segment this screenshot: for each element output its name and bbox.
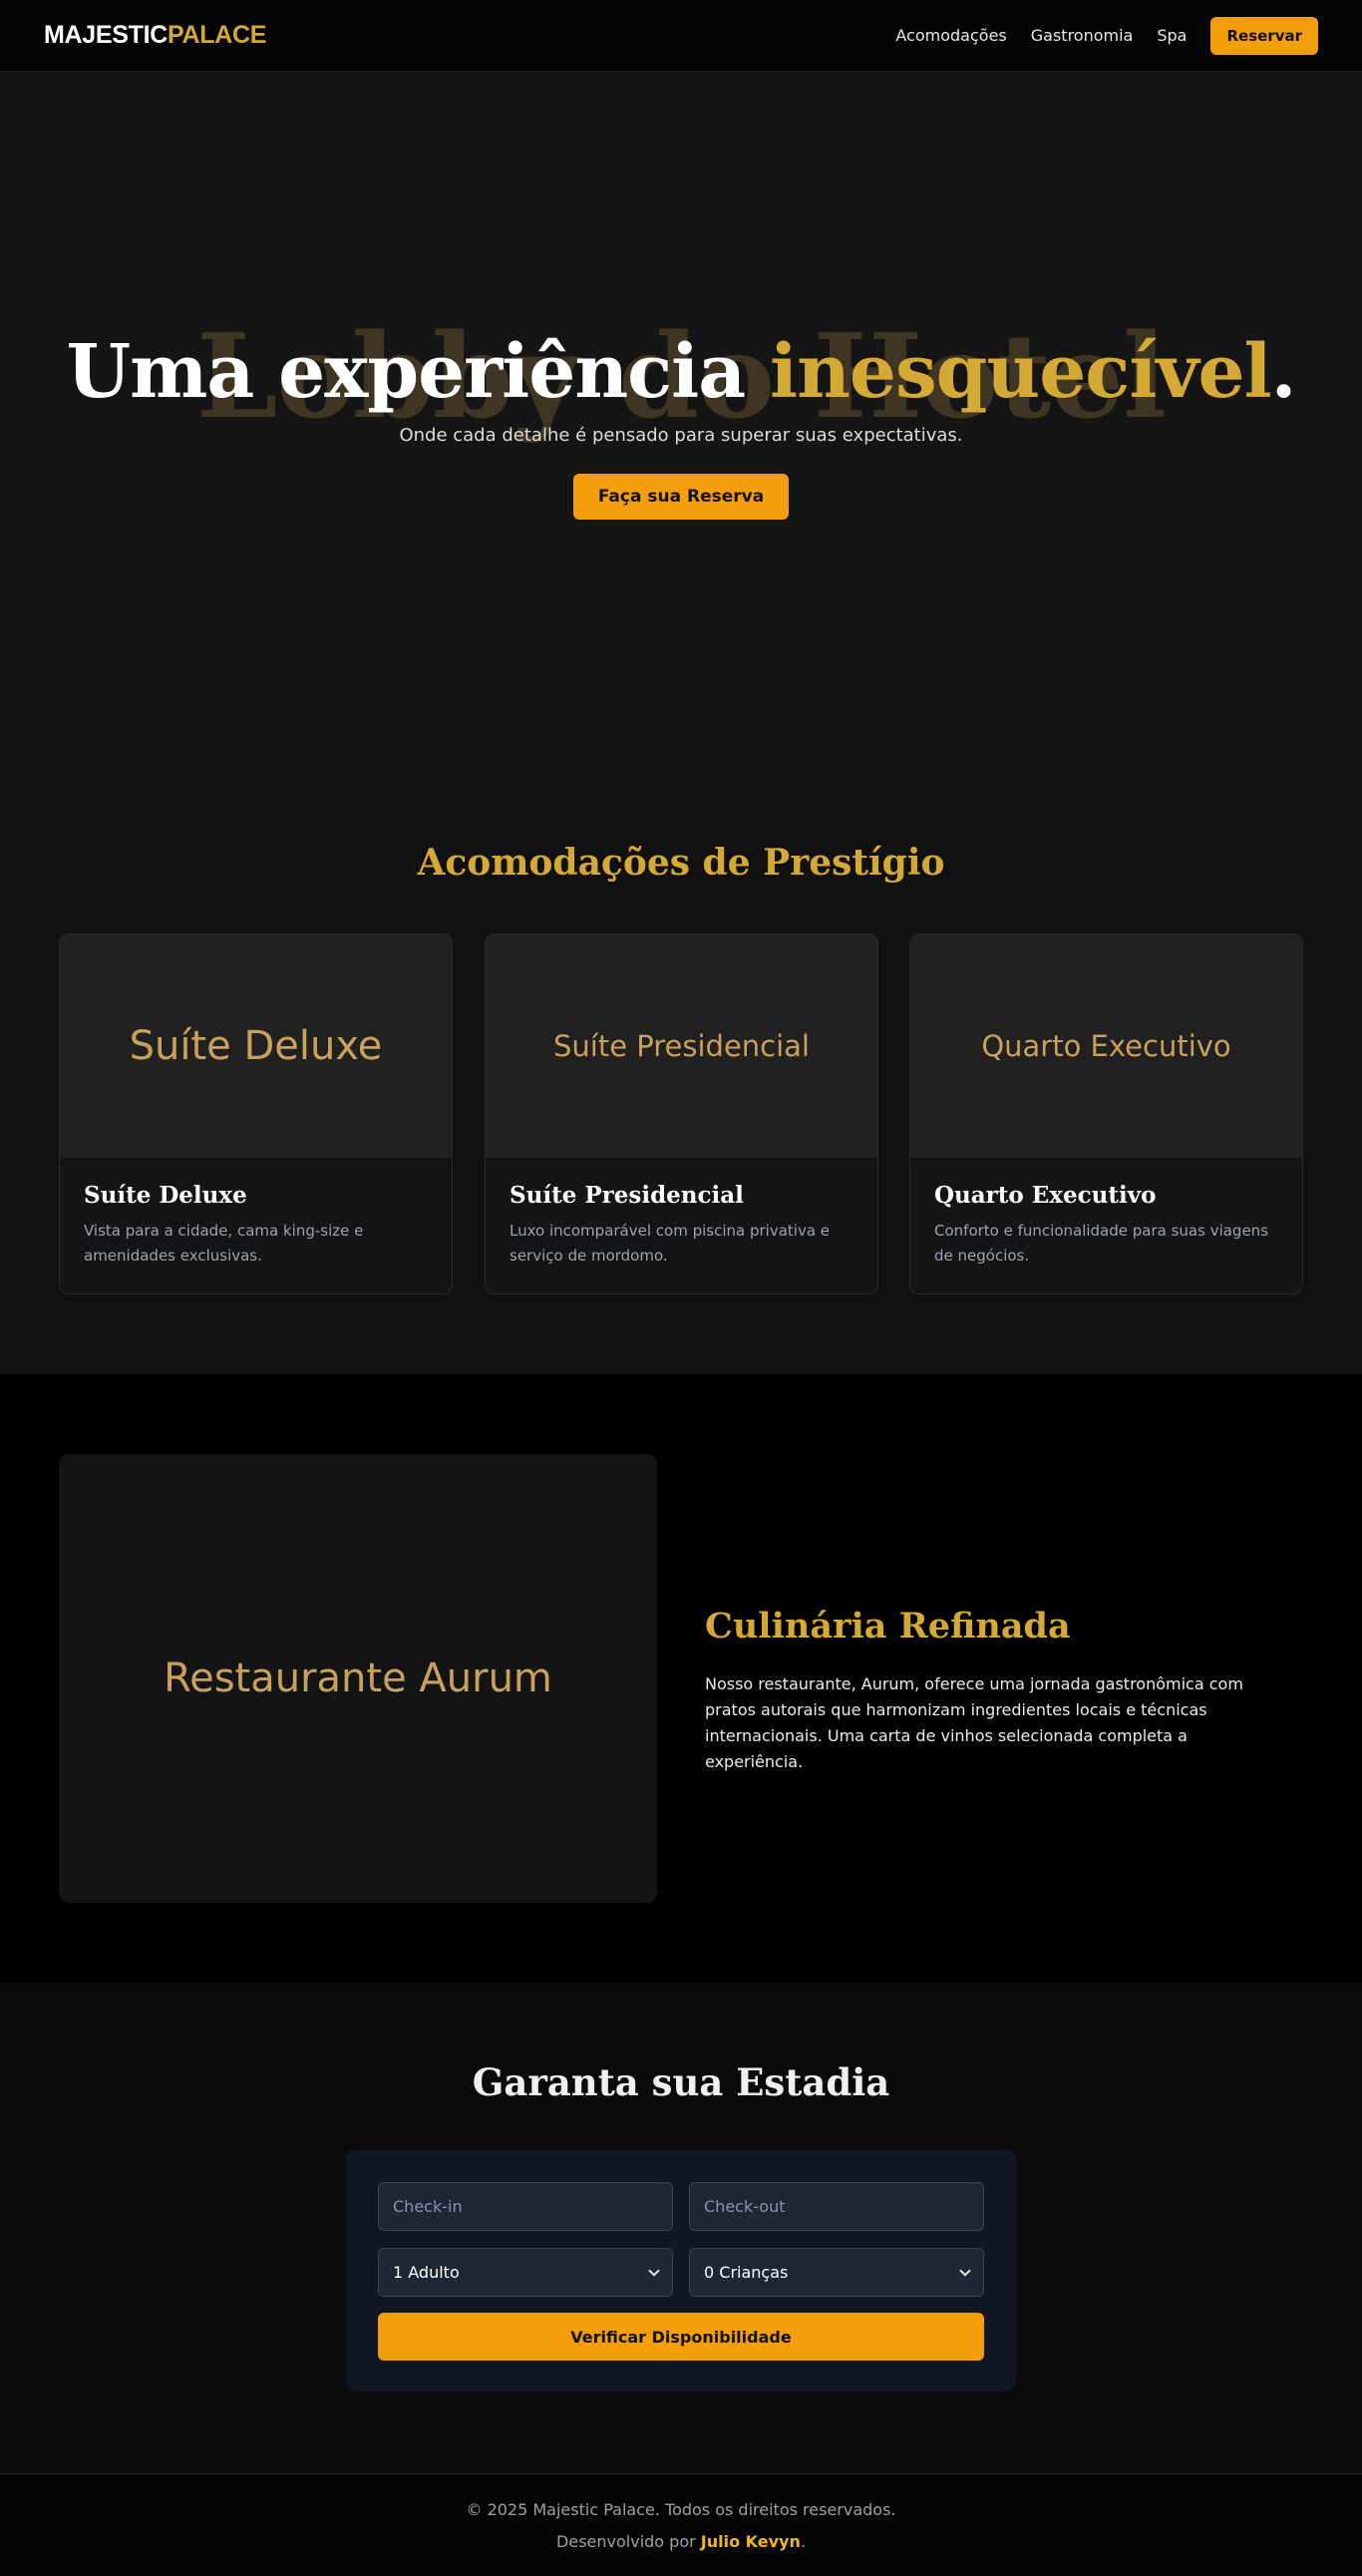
room-name: Suíte Deluxe [84, 1182, 247, 1209]
room-image-executive: Quarto Executivo [910, 934, 1302, 1158]
nav-link-spa[interactable]: Spa [1157, 26, 1187, 45]
accommodations-title: Acomodações de Prestígio [417, 842, 945, 884]
hero-title-text: Uma experiência [66, 329, 771, 415]
room-card-body: Suíte Presidencial Luxo incomparável com… [486, 1158, 877, 1292]
room-image-deluxe: Suíte Deluxe [60, 934, 452, 1158]
footer-developer-name[interactable]: Julio Kevyn [701, 2532, 801, 2551]
checkin-input[interactable]: Check-in [378, 2182, 673, 2231]
room-name: Suíte Presidencial [510, 1182, 744, 1209]
restaurant-description: Nosso restaurante, Aurum, oferece uma jo… [705, 1674, 1243, 1771]
check-availability-button[interactable]: Verificar Disponibilidade [378, 2313, 984, 2361]
booking-section: Garanta sua Estadia Check-in Check-out 1… [0, 1983, 1362, 2473]
chevron-down-icon [959, 2264, 971, 2277]
adults-select[interactable]: 1 Adulto [378, 2248, 673, 2297]
room-name: Quarto Executivo [934, 1182, 1157, 1209]
room-image-presidential: Suíte Presidencial [486, 934, 877, 1158]
room-description: Luxo incomparável com piscina privativa … [510, 1222, 831, 1265]
footer-credits: Desenvolvido por Julio Kevyn. [0, 2532, 1362, 2551]
site-header: MAJESTICPALACE Acomodações Gastronomia S… [0, 0, 1362, 72]
adults-select-value: 1 Adulto [393, 2263, 460, 2282]
logo-part-palace: PALACE [168, 21, 267, 49]
footer-copyright: © 2025 Majestic Palace. Todos os direito… [466, 2500, 896, 2519]
room-card-deluxe[interactable]: Suíte Deluxe Suíte Deluxe Vista para a c… [59, 933, 453, 1294]
booking-title: Garanta sua Estadia [472, 2060, 890, 2104]
room-card-body: Suíte Deluxe Vista para a cidade, cama k… [60, 1158, 452, 1292]
checkout-input[interactable]: Check-out [689, 2182, 984, 2231]
hero-subtitle: Onde cada detalhe é pensado para superar… [399, 425, 963, 446]
nav-link-acomodacoes[interactable]: Acomodações [895, 26, 1006, 45]
restaurant-title: Culinária Refinada [705, 1606, 1071, 1647]
hero-section: Lobby do Hotel Uma experiência inesquecí… [0, 72, 1362, 766]
children-select[interactable]: 0 Crianças [689, 2248, 984, 2297]
room-card-executive[interactable]: Quarto Executivo Quarto Executivo Confor… [909, 933, 1303, 1294]
hero-reserve-button[interactable]: Faça sua Reserva [573, 474, 789, 520]
accommodations-section: Acomodações de Prestígio Suíte Deluxe Su… [0, 766, 1362, 1374]
site-logo[interactable]: MAJESTICPALACE [44, 21, 266, 50]
logo-part-majestic: MAJESTIC [44, 21, 169, 49]
hero-title-highlight: inesquecível [770, 329, 1272, 415]
footer-period: . [800, 2532, 806, 2551]
room-description: Vista para a cidade, cama king-size e am… [84, 1222, 364, 1265]
hero-title: Uma experiência inesquecível. [0, 329, 1362, 415]
main-nav: Acomodações Gastronomia Spa Reservar [895, 16, 1318, 55]
restaurant-image: Restaurante Aurum [59, 1454, 657, 1903]
room-card-presidential[interactable]: Suíte Presidencial Suíte Presidencial Lu… [485, 933, 878, 1294]
room-description: Conforto e funcionalidade para suas viag… [934, 1222, 1269, 1265]
hero-title-period: . [1270, 329, 1297, 415]
site-footer: © 2025 Majestic Palace. Todos os direito… [0, 2473, 1362, 2576]
nav-link-gastronomia[interactable]: Gastronomia [1031, 26, 1134, 45]
children-select-value: 0 Crianças [704, 2263, 789, 2282]
footer-developed-by: Desenvolvido por [556, 2532, 701, 2551]
booking-form: Check-in Check-out 1 Adulto 0 Crianças V… [346, 2150, 1016, 2392]
chevron-down-icon [648, 2264, 660, 2277]
restaurant-section: Restaurante Aurum Culinária Refinada Nos… [0, 1374, 1362, 1983]
room-card-body: Quarto Executivo Conforto e funcionalida… [910, 1158, 1302, 1292]
reserve-button[interactable]: Reservar [1210, 16, 1318, 55]
